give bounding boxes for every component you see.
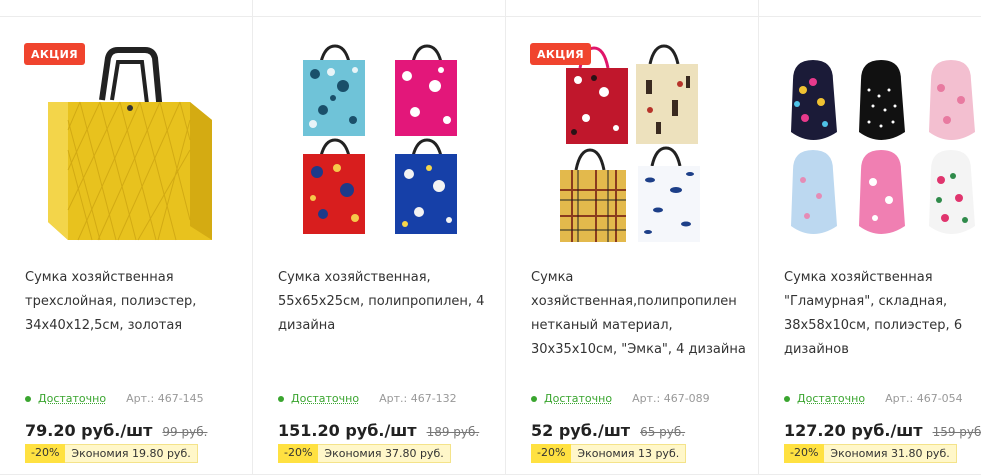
product-image-four-bags[interactable] <box>273 40 485 250</box>
four-bags-image <box>303 44 457 234</box>
product-meta: Достаточно Арт.: 467-132 <box>278 392 457 405</box>
product-card[interactable]: Сумка хозяйственная "Гламурная", складна… <box>759 0 981 475</box>
stock-status[interactable]: Достаточно <box>797 392 865 405</box>
discount-badge: -20% <box>784 444 825 463</box>
product-title[interactable]: Сумка хозяйственная, 55x65x25см, полипро… <box>278 266 493 338</box>
stock-indicator-icon <box>278 395 284 402</box>
price-row: 127.20 руб./шт 159 руб. <box>784 421 981 440</box>
card-divider <box>506 16 758 17</box>
article-number: Арт.: 467-089 <box>632 392 710 405</box>
price-row: 79.20 руб./шт 99 руб. <box>25 421 207 440</box>
product-meta: Достаточно Арт.: 467-145 <box>25 392 204 405</box>
gold-bag-image <box>48 47 212 241</box>
saving-amount: Экономия 13 руб. <box>571 444 687 463</box>
product-card[interactable]: АКЦИЯ Сумка хозяйственная трехслойная, п… <box>0 0 253 475</box>
saving-amount: Экономия 19.80 руб. <box>65 444 198 463</box>
product-meta: Достаточно Арт.: 467-054 <box>784 392 963 405</box>
discount-badge: -20% <box>25 444 66 463</box>
old-price: 65 руб. <box>640 425 686 439</box>
discount-row: -20% Экономия 19.80 руб. <box>25 444 198 463</box>
emka-bags-image <box>560 44 700 242</box>
stock-indicator-icon <box>784 395 790 402</box>
product-card[interactable]: Сумка хозяйственная, 55x65x25см, полипро… <box>253 0 506 475</box>
price-row: 151.20 руб./шт 189 руб. <box>278 421 479 440</box>
stock-status[interactable]: Достаточно <box>291 392 359 405</box>
current-price: 52 руб./шт <box>531 421 631 440</box>
card-divider <box>759 16 981 17</box>
discount-badge: -20% <box>531 444 572 463</box>
price-row: 52 руб./шт 65 руб. <box>531 421 685 440</box>
product-title[interactable]: Сумка хозяйственная,полипропилен нетканы… <box>531 266 746 362</box>
card-divider <box>0 16 252 17</box>
product-grid: АКЦИЯ Сумка хозяйственная трехслойная, п… <box>0 0 981 475</box>
stock-status[interactable]: Достаточно <box>544 392 612 405</box>
discount-row: -20% Экономия 13 руб. <box>531 444 687 463</box>
product-title[interactable]: Сумка хозяйственная "Гламурная", складна… <box>784 266 981 362</box>
glamour-bags-image <box>791 60 975 234</box>
current-price: 151.20 руб./шт <box>278 421 417 440</box>
article-number: Арт.: 467-145 <box>126 392 204 405</box>
old-price: 159 руб. <box>932 425 981 439</box>
product-image-glamour-bags[interactable] <box>779 40 981 250</box>
discount-badge: -20% <box>278 444 319 463</box>
current-price: 127.20 руб./шт <box>784 421 923 440</box>
stock-indicator-icon <box>25 395 31 402</box>
product-meta: Достаточно Арт.: 467-089 <box>531 392 710 405</box>
card-divider <box>253 16 505 17</box>
current-price: 79.20 руб./шт <box>25 421 153 440</box>
old-price: 189 руб. <box>426 425 480 439</box>
saving-amount: Экономия 37.80 руб. <box>318 444 451 463</box>
promo-badge: АКЦИЯ <box>24 43 85 65</box>
product-image-emka-bags[interactable] <box>526 40 738 250</box>
discount-row: -20% Экономия 31.80 руб. <box>784 444 957 463</box>
saving-amount: Экономия 31.80 руб. <box>824 444 957 463</box>
product-title[interactable]: Сумка хозяйственная трехслойная, полиэст… <box>25 266 240 338</box>
article-number: Арт.: 467-132 <box>379 392 457 405</box>
promo-badge: АКЦИЯ <box>530 43 591 65</box>
article-number: Арт.: 467-054 <box>885 392 963 405</box>
stock-status[interactable]: Достаточно <box>38 392 106 405</box>
stock-indicator-icon <box>531 395 537 402</box>
product-card[interactable]: АКЦИЯ Сумка хозяйственная,полипропилен н… <box>506 0 759 475</box>
old-price: 99 руб. <box>162 425 208 439</box>
product-image-gold-bag[interactable] <box>20 40 232 250</box>
discount-row: -20% Экономия 37.80 руб. <box>278 444 451 463</box>
